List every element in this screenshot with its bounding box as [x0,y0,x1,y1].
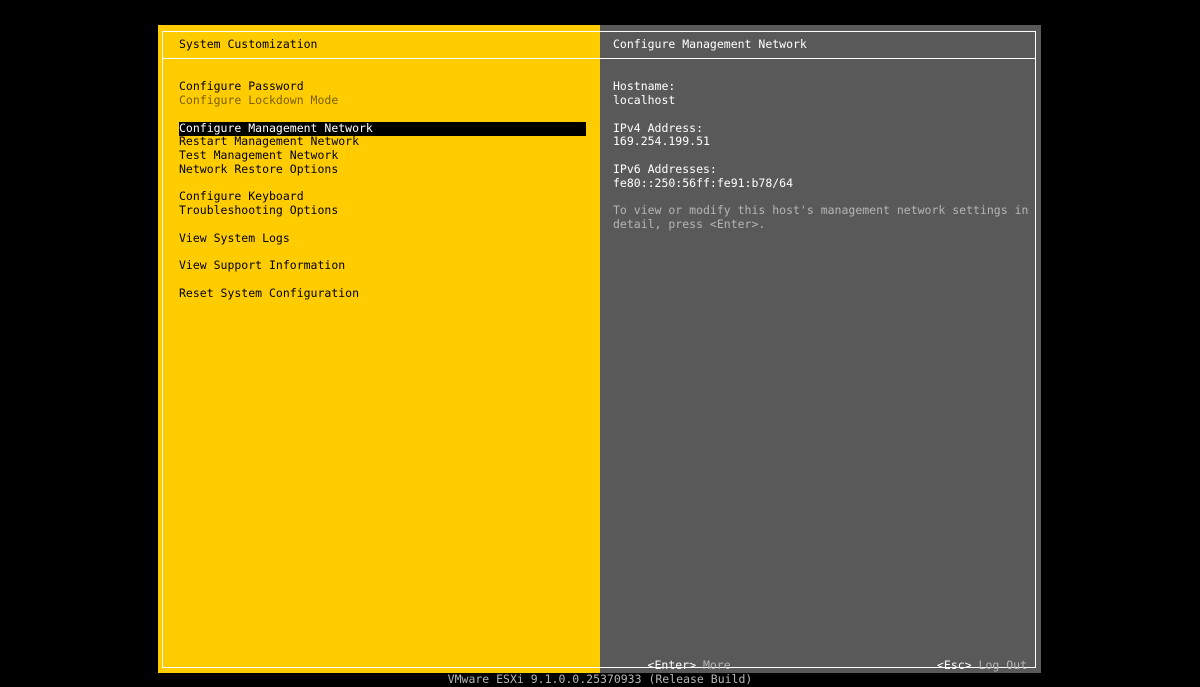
right-panel-title: Configure Management Network [613,37,807,51]
menu-item-configure-keyboard[interactable]: Configure Keyboard [179,189,304,204]
esc-key-label: <Esc> [936,657,972,672]
esc-action-label: Log Out [978,657,1027,672]
hostname-label: Hostname: [613,79,676,93]
menu-item-view-support-information[interactable]: View Support Information [179,258,345,273]
ipv6-label: IPv6 Addresses: [613,162,717,176]
enter-key-label: <Enter> [647,657,697,672]
menu-item-view-system-logs[interactable]: View System Logs [179,231,290,246]
hostname-value: localhost [613,93,676,107]
menu-item-troubleshooting-options[interactable]: Troubleshooting Options [179,203,338,218]
esxi-dcui-screen: System Customization Configure Password … [0,0,1200,687]
ipv4-value: 169.254.199.51 [613,134,710,148]
menu-item-configure-lockdown-mode[interactable]: Configure Lockdown Mode [179,93,338,108]
menu-item-restart-management-network[interactable]: Restart Management Network [179,134,359,149]
detail-panel: Configure Management Network Hostname: l… [600,25,1041,673]
menu-item-test-management-network[interactable]: Test Management Network [179,148,338,163]
menu-item-configure-password[interactable]: Configure Password [179,79,304,94]
menu-item-network-restore-options[interactable]: Network Restore Options [179,162,338,177]
menu-item-reset-system-configuration[interactable]: Reset System Configuration [179,286,359,301]
ipv6-value: fe80::250:56ff:fe91:b78/64 [613,176,794,190]
right-title-divider [600,58,1036,59]
left-panel-title: System Customization [179,37,318,51]
system-customization-panel: System Customization Configure Password … [158,25,604,673]
enter-action-label: More [702,657,731,672]
left-title-divider [163,58,600,59]
version-footer: VMware ESXi 9.1.0.0.25370933 (Release Bu… [447,672,753,686]
help-text: To view or modify this host's management… [613,203,1029,231]
